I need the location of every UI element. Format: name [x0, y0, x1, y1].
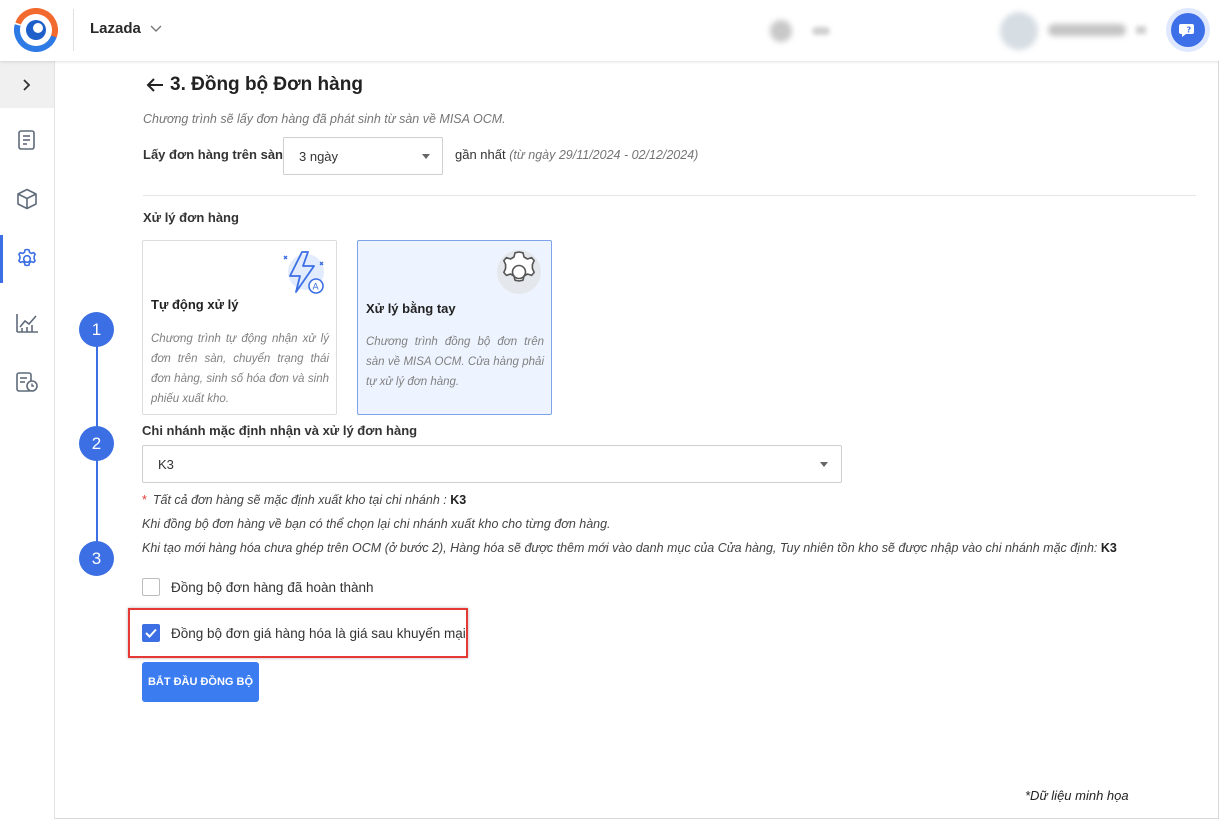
avatar[interactable] [1000, 12, 1038, 50]
lightning-auto-icon: A [283, 251, 324, 294]
header-divider [73, 9, 74, 51]
branch-value: K3 [158, 456, 174, 472]
svg-text:?: ? [1187, 26, 1192, 35]
chart-icon [16, 314, 38, 333]
sync-completed-checkbox[interactable] [142, 578, 160, 596]
auto-process-title: Tự động xử lý [151, 297, 239, 312]
box-icon [17, 188, 37, 210]
fetch-after-label: gần nhất [455, 147, 506, 162]
notification-icon[interactable] [770, 20, 792, 42]
user-menu-chevron-icon[interactable] [1136, 26, 1146, 34]
document-clock-icon [16, 372, 38, 392]
document-list-icon [18, 130, 35, 150]
branch-note-2: Khi đồng bộ đơn hàng về bạn có thể chọn … [142, 517, 611, 531]
illustrative-data-note: *Dữ liệu minh họa [1025, 788, 1129, 803]
branch-note-3-value: K3 [1100, 541, 1117, 555]
fetch-days-value: 3 ngày [299, 148, 339, 164]
page-description: Chương trình sẽ lấy đơn hàng đã phát sin… [143, 112, 506, 126]
branch-section-title: Chi nhánh mặc định nhận và xử lý đơn hàn… [142, 423, 418, 438]
fetch-days-select[interactable]: 3 ngày [283, 137, 443, 175]
branch-note-3-text: Khi tạo mới hàng hóa chưa ghép trên OCM … [142, 541, 1098, 555]
chevron-right-icon [23, 78, 31, 91]
sync-completed-option[interactable]: Đồng bộ đơn hàng đã hoàn thành [142, 578, 374, 596]
store-switcher[interactable]: Lazada [90, 20, 162, 37]
check-icon [145, 628, 157, 638]
branch-note-1: * Tất cả đơn hàng sẽ mặc định xuất kho tạ… [142, 493, 466, 507]
sidebar-item-settings[interactable] [0, 235, 54, 283]
sync-promo-price-checkbox[interactable] [142, 624, 160, 642]
store-name: Lazada [90, 20, 141, 37]
misa-logo-icon[interactable] [14, 8, 58, 52]
auto-process-desc: Chương trình tự động nhận xử lý đơn trên… [151, 333, 329, 405]
sidebar-item-products[interactable] [0, 175, 54, 223]
gear-icon [18, 248, 36, 267]
required-star: * [142, 493, 147, 507]
sidebar-item-reports[interactable] [0, 299, 54, 347]
sync-promo-price-label: Đồng bộ đơn giá hàng hóa là giá sau khuy… [171, 625, 466, 641]
fetch-range-text: gần nhất (từ ngày 29/11/2024 - 02/12/202… [455, 147, 698, 162]
step-2-badge: 2 [79, 426, 114, 461]
back-arrow-icon[interactable] [146, 77, 164, 93]
fetch-orders-label: Lấy đơn hàng trên sàn [143, 147, 283, 162]
auto-process-card[interactable]: A Tự động xử lý Chương trình tự động nhậ… [142, 240, 337, 415]
main-content: 3. Đồng bộ Đơn hàng Chương trình sẽ lấy … [55, 61, 1219, 819]
caret-down-icon [422, 154, 430, 159]
sidebar-item-orders[interactable] [0, 116, 54, 164]
manual-process-desc: Chương trình đồng bộ đơn trên sàn về MIS… [366, 336, 544, 388]
processing-section-title: Xử lý đơn hàng [143, 210, 239, 225]
support-button[interactable]: ? [1166, 8, 1210, 52]
manual-process-card[interactable]: Xử lý bằng tay Chương trình đồng bộ đơn … [357, 240, 552, 415]
branch-note-1-text: Tất cả đơn hàng sẽ mặc định xuất kho tại… [152, 493, 447, 507]
start-sync-button[interactable]: BẮT ĐẦU ĐỒNG BỘ [142, 662, 259, 702]
chat-help-icon: ? [1179, 24, 1194, 37]
top-bar: Lazada ? [0, 0, 1219, 61]
section-divider [143, 195, 1196, 196]
page-title-text: 3. Đồng bộ Đơn hàng [170, 74, 363, 95]
caret-down-icon [820, 462, 828, 467]
manual-process-title: Xử lý bằng tay [366, 301, 456, 316]
fetch-date-range: (từ ngày 29/11/2024 - 02/12/2024) [509, 148, 699, 162]
branch-note-1-value: K3 [450, 493, 467, 507]
blurred-text [812, 27, 830, 35]
sync-completed-label: Đồng bộ đơn hàng đã hoàn thành [171, 579, 374, 595]
branch-select[interactable]: K3 [142, 445, 842, 483]
gear-icon [497, 250, 541, 294]
sidebar-expand-button[interactable] [0, 61, 54, 108]
sidebar-item-history[interactable] [0, 358, 54, 406]
sync-promo-price-option[interactable]: Đồng bộ đơn giá hàng hóa là giá sau khuy… [142, 624, 466, 642]
chevron-down-icon [150, 25, 162, 32]
sidebar [0, 61, 55, 819]
user-name[interactable] [1048, 24, 1126, 36]
svg-text:A: A [313, 283, 320, 293]
step-1-badge: 1 [79, 312, 114, 347]
page-title: 3. Đồng bộ Đơn hàng [146, 74, 363, 96]
step-3-badge: 3 [79, 541, 114, 576]
branch-note-3: Khi tạo mới hàng hóa chưa ghép trên OCM … [142, 541, 1117, 555]
